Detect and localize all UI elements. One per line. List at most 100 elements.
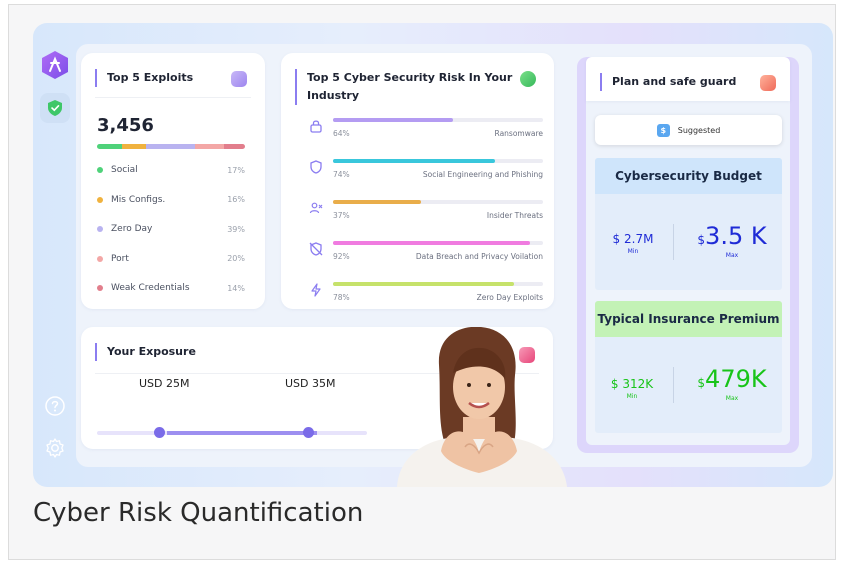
exploit-pct: 16% bbox=[227, 195, 245, 204]
sidebar bbox=[33, 23, 75, 487]
risk-progress-track bbox=[333, 118, 543, 122]
budget-min-caption: Min bbox=[627, 248, 639, 255]
risk-pct: 92% bbox=[333, 252, 350, 261]
card-title: Top 5 Exploits bbox=[95, 69, 193, 87]
exploit-total: 3,456 bbox=[97, 115, 154, 136]
risk-progress-fill bbox=[333, 241, 531, 245]
risk-label: Insider Threats bbox=[486, 211, 543, 220]
exploit-pct: 20% bbox=[227, 254, 245, 263]
card-title: Plan and safe guard bbox=[600, 73, 736, 91]
shield-off-icon bbox=[309, 242, 323, 256]
risk-pct: 37% bbox=[333, 211, 350, 220]
bolt-icon bbox=[311, 283, 321, 297]
risk-item: 37% Insider Threats bbox=[309, 197, 543, 227]
bar-chart-icon bbox=[760, 75, 776, 91]
plan-header: Plan and safe guard bbox=[586, 57, 790, 101]
budget-max-caption: Max bbox=[725, 252, 739, 259]
risk-item: 74% Social Engineering and Phishing bbox=[309, 156, 543, 186]
premium-values: $ 312K Min $479K Max bbox=[595, 337, 782, 433]
settings-icon[interactable] bbox=[44, 437, 66, 459]
risk-pct: 78% bbox=[333, 293, 350, 302]
risk-progress-track bbox=[333, 282, 543, 286]
exploit-item: Weak Credentials 14% bbox=[97, 281, 245, 295]
budget-box: Cybersecurity Budget $ 2.7M Min $3.5 K M… bbox=[595, 158, 782, 290]
brand-logo-icon[interactable] bbox=[42, 51, 68, 79]
premium-max-value: 479K bbox=[705, 365, 767, 393]
dollar-icon: $ bbox=[656, 123, 670, 137]
risk-progress-track bbox=[333, 200, 543, 204]
premium-max-currency: $ bbox=[697, 376, 706, 390]
exploit-pct: 39% bbox=[227, 224, 245, 234]
exposure-max-handle[interactable] bbox=[303, 427, 314, 438]
legend-dot bbox=[97, 226, 103, 232]
help-icon[interactable] bbox=[44, 395, 66, 417]
exploit-item: Social 17% bbox=[97, 163, 245, 177]
premium-min: $ 312K Min bbox=[603, 377, 661, 400]
risk-label: Social Engineering and Phishing bbox=[422, 170, 543, 179]
premium-title: Typical Insurance Premium bbox=[595, 301, 782, 337]
premium-max-caption: Max bbox=[725, 395, 739, 402]
shield-icon bbox=[310, 160, 322, 174]
risk-pct: 74% bbox=[333, 170, 350, 179]
exploit-pct: 17% bbox=[227, 165, 245, 175]
card-frame: Top 5 Exploits 3,456 Social 17% Mis Config… bbox=[8, 4, 836, 560]
exploit-label: Mis Configs. bbox=[111, 194, 166, 205]
suggested-label: Suggested bbox=[677, 125, 721, 135]
legend-dot bbox=[97, 167, 103, 173]
exploits-card: Top 5 Exploits bbox=[81, 53, 265, 309]
divider bbox=[95, 97, 251, 98]
user-x-icon bbox=[309, 202, 323, 214]
exploit-item: Mis Configs. 16% bbox=[97, 193, 245, 207]
risk-progress-track bbox=[333, 241, 543, 245]
sidebar-item-security[interactable] bbox=[40, 93, 70, 123]
risk-progress-fill bbox=[333, 159, 495, 163]
woman-heart-hands-image bbox=[397, 327, 567, 487]
premium-min-caption: Min bbox=[626, 393, 638, 400]
risk-item: 78% Zero Day Exploits bbox=[309, 279, 543, 309]
risk-item: 92% Data Breach and Privacy Voilation bbox=[309, 238, 543, 268]
risk-label: Zero Day Exploits bbox=[476, 293, 543, 302]
leaf-icon bbox=[520, 71, 536, 87]
suggested-button[interactable]: $ Suggested bbox=[595, 115, 782, 145]
budget-values: $ 2.7M Min $3.5 K Max bbox=[595, 194, 782, 290]
budget-min: $ 2.7M Min bbox=[605, 232, 661, 255]
risk-progress-track bbox=[333, 159, 543, 163]
risk-label: Data Breach and Privacy Voilation bbox=[415, 252, 543, 261]
card-title: Your Exposure bbox=[95, 343, 196, 361]
legend-dot bbox=[97, 285, 103, 291]
budget-max: $3.5 K Max bbox=[687, 222, 777, 259]
risk-pct: 64% bbox=[333, 129, 350, 138]
card-title: Top 5 Cyber Security Risk In Your Indust… bbox=[295, 69, 554, 105]
exploit-item: Zero Day 39% bbox=[97, 222, 245, 236]
premium-max: $479K Max bbox=[687, 365, 777, 402]
budget-max-value: 3.5 K bbox=[705, 222, 767, 250]
exposure-min-handle[interactable] bbox=[154, 427, 165, 438]
risk-progress-fill bbox=[333, 118, 453, 122]
exploit-label: Weak Credentials bbox=[111, 283, 190, 293]
exploit-pct: 14% bbox=[227, 283, 245, 293]
exposure-max-label: USD 35M bbox=[285, 377, 336, 390]
exposure-slider-range bbox=[167, 431, 317, 435]
exploit-label: Port bbox=[111, 253, 129, 264]
premium-box: Typical Insurance Premium $ 312K Min $47… bbox=[595, 301, 782, 433]
premium-min-value: $ 312K bbox=[610, 377, 654, 391]
separator bbox=[673, 224, 674, 260]
lock-icon bbox=[310, 120, 322, 133]
exploit-item: Port 20% bbox=[97, 252, 245, 266]
budget-title: Cybersecurity Budget bbox=[595, 158, 782, 194]
risk-progress-fill bbox=[333, 200, 422, 204]
exploit-distribution-bar bbox=[97, 144, 245, 149]
exploit-label: Social bbox=[111, 165, 138, 175]
legend-dot bbox=[97, 196, 103, 203]
risk-progress-fill bbox=[333, 282, 514, 286]
budget-min-value: $ 2.7M bbox=[612, 232, 654, 246]
chart-icon bbox=[231, 71, 247, 87]
legend-dot bbox=[97, 255, 103, 262]
shield-check-icon bbox=[48, 100, 62, 116]
page-caption: Cyber Risk Quantification bbox=[33, 498, 364, 528]
risk-item: 64% Ransomware bbox=[309, 115, 543, 145]
budget-max-currency: $ bbox=[697, 233, 706, 247]
risk-label: Ransomware bbox=[494, 129, 543, 138]
exposure-min-label: USD 25M bbox=[139, 377, 190, 390]
separator bbox=[673, 367, 674, 403]
